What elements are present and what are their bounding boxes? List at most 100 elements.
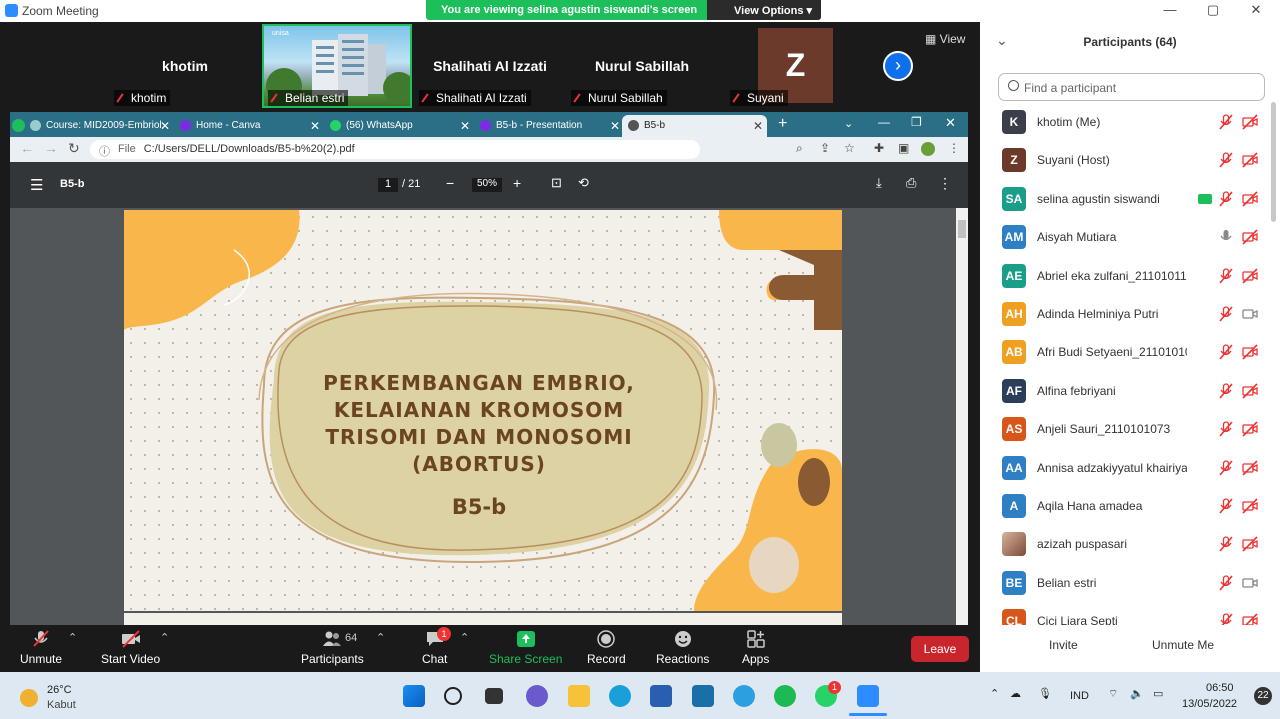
download-icon[interactable]: ⤓ <box>876 175 882 191</box>
share-screen-button[interactable]: Share Screen <box>489 630 562 666</box>
participants-panel: ⌄ Participants (64) Find a participant K… <box>980 22 1280 672</box>
zoom-taskbar-icon[interactable] <box>857 685 879 707</box>
battery-icon[interactable]: ▭ <box>1153 687 1163 700</box>
extensions-icon[interactable]: ✚ <box>874 141 884 155</box>
bookmark-star-icon[interactable]: ☆ <box>844 141 855 155</box>
browser-tab-active[interactable]: B5-b ✕ <box>622 115 767 137</box>
browser-minimize-icon[interactable]: — <box>878 115 890 129</box>
search-taskbar-icon[interactable] <box>444 687 462 705</box>
spotify-icon[interactable] <box>774 685 796 707</box>
zoom-search-icon[interactable]: ⌕ <box>796 141 803 156</box>
close-tab-icon[interactable]: ✕ <box>753 119 763 133</box>
profile-avatar[interactable] <box>921 142 935 156</box>
rotate-icon[interactable]: ⟲ <box>578 175 589 191</box>
sidebar-icon[interactable]: ▣ <box>898 141 909 155</box>
participant-row[interactable]: AF Alfina febriyani <box>980 378 1270 417</box>
volume-icon[interactable]: 🔈 <box>1130 687 1144 700</box>
audio-options-chevron-icon[interactable]: ⌃ <box>68 631 77 644</box>
start-video-button[interactable]: Start Video <box>101 630 160 666</box>
browser-restore-icon[interactable]: ❐ <box>911 115 922 129</box>
view-button[interactable]: ▦ View <box>925 32 965 46</box>
video-options-chevron-icon[interactable]: ⌃ <box>160 631 169 644</box>
chat-chevron-icon[interactable]: ⌃ <box>460 631 469 644</box>
menu-kebab-icon[interactable]: ⋮ <box>948 141 960 155</box>
leave-button[interactable]: Leave <box>911 636 969 662</box>
zoom-in-icon[interactable]: + <box>513 175 521 191</box>
file-explorer-icon[interactable] <box>568 685 590 707</box>
onedrive-icon[interactable]: ☁ <box>1010 687 1021 700</box>
participant-row[interactable]: azizah puspasari <box>980 532 1270 570</box>
minimize-button[interactable]: — <box>1160 2 1180 17</box>
unmute-button[interactable]: Unmute <box>20 630 62 666</box>
zoom-out-icon[interactable]: − <box>446 175 454 191</box>
participant-row[interactable]: Kkhotim (Me) <box>980 110 1270 148</box>
zoom-level-input[interactable]: 50% <box>472 178 502 192</box>
browser-close-icon[interactable]: ✕ <box>945 115 956 131</box>
close-tab-icon[interactable]: ✕ <box>460 119 470 133</box>
participant-row[interactable]: AS Anjeli Sauri_2110101073 <box>980 417 1270 455</box>
browser-tab[interactable]: B5-b - Presentation ✕ <box>474 115 624 137</box>
page-number-input[interactable]: 1 <box>378 178 398 192</box>
menu-hamburger-icon[interactable]: ☰ <box>30 176 43 194</box>
fit-page-icon[interactable]: ⊡ <box>551 175 562 191</box>
participant-row[interactable]: SA selina agustin siswandi <box>980 186 1270 225</box>
participant-row[interactable]: A Aqila Hana amadea <box>980 494 1270 532</box>
participant-row[interactable]: AA Annisa adzakiyyatul khairiyah_2... <box>980 455 1270 494</box>
app-icon[interactable] <box>692 685 714 707</box>
tab-search-icon[interactable]: ⌄ <box>844 117 853 130</box>
teams-chat-icon[interactable] <box>526 685 548 707</box>
close-tab-icon[interactable]: ✕ <box>610 119 620 133</box>
clock-date[interactable]: 13/05/2022 <box>1182 698 1237 710</box>
more-options-icon[interactable]: ⋮ <box>938 175 952 192</box>
pdf-scrollbar[interactable] <box>956 208 968 647</box>
participant-avatar: Z <box>1002 148 1026 173</box>
view-options-button[interactable]: View Options ▾ <box>707 0 821 20</box>
tray-chevron-icon[interactable]: ⌃ <box>990 687 999 700</box>
microphone-tray-icon[interactable]: 🎙 <box>1038 687 1052 700</box>
record-button[interactable]: Record <box>587 630 626 666</box>
scrollbar-thumb[interactable] <box>958 220 966 238</box>
new-tab-button[interactable]: + <box>778 115 787 133</box>
participant-row[interactable]: AE Abriel eka zulfani_2110101128 <box>980 263 1270 302</box>
store-icon[interactable] <box>650 685 672 707</box>
back-icon[interactable]: ← <box>20 140 34 156</box>
participant-row[interactable]: AH Adinda Helminiya Putri <box>980 302 1270 340</box>
close-tab-icon[interactable]: ✕ <box>160 119 170 133</box>
video-thumbnail[interactable]: Shalihati Al Izzati Shalihati Al Izzati <box>415 24 565 108</box>
invite-button[interactable]: Invite <box>1049 638 1078 652</box>
video-thumbnail-photo[interactable]: unisa Belian estri <box>262 24 412 108</box>
maximize-button[interactable]: ▢ <box>1203 2 1223 18</box>
notification-badge[interactable]: 22 <box>1254 687 1272 705</box>
forward-icon[interactable]: → <box>44 140 58 156</box>
browser-tab[interactable]: Course: MID2009-Embriol ✕ <box>24 115 174 137</box>
participant-list-scrollbar[interactable] <box>1271 102 1276 222</box>
participant-row[interactable]: AM Aisyah Mutiara <box>980 225 1270 263</box>
close-button[interactable]: ✕ <box>1246 2 1266 18</box>
participants-chevron-icon[interactable]: ⌃ <box>376 631 385 644</box>
reload-icon[interactable]: ↻ <box>68 140 80 157</box>
participant-row[interactable]: Z Suyani (Host) <box>980 148 1270 186</box>
video-thumbnail[interactable]: khotim khotim <box>110 24 260 108</box>
participant-row[interactable]: CL Cici Liara Septi <box>980 609 1270 625</box>
browser-tab[interactable]: (56) WhatsApp ✕ <box>324 115 474 137</box>
participant-row[interactable]: AB Afri Budi Setyaeni_2110101079 <box>980 340 1270 378</box>
share-icon[interactable]: ⇪ <box>820 141 830 155</box>
clock-time[interactable]: 06:50 <box>1206 682 1234 694</box>
language-indicator[interactable]: IND <box>1070 690 1089 702</box>
windows-start-icon[interactable] <box>403 685 425 707</box>
url-field[interactable]: ⓘ File C:/Users/DELL/Downloads/B5-b%20(2)… <box>90 140 700 159</box>
print-icon[interactable]: ⎙ <box>906 175 916 191</box>
wifi-icon[interactable]: ⌔ <box>1108 687 1118 701</box>
close-tab-icon[interactable]: ✕ <box>310 119 320 133</box>
video-thumbnail[interactable]: Z Suyani <box>726 24 876 108</box>
next-thumbnails-button[interactable]: › <box>883 51 913 81</box>
edge-icon[interactable] <box>609 685 631 707</box>
task-view-icon[interactable] <box>485 688 503 704</box>
browser-tab[interactable]: Home - Canva ✕ <box>174 115 324 137</box>
video-thumbnail[interactable]: Nurul Sabillah Nurul Sabillah <box>567 24 717 108</box>
participant-row[interactable]: BE Belian estri <box>980 570 1270 609</box>
unmute-me-button[interactable]: Unmute Me <box>1152 638 1214 652</box>
chrome-icon[interactable] <box>733 685 755 707</box>
apps-button[interactable]: Apps <box>742 630 769 666</box>
reactions-button[interactable]: Reactions <box>656 630 709 666</box>
